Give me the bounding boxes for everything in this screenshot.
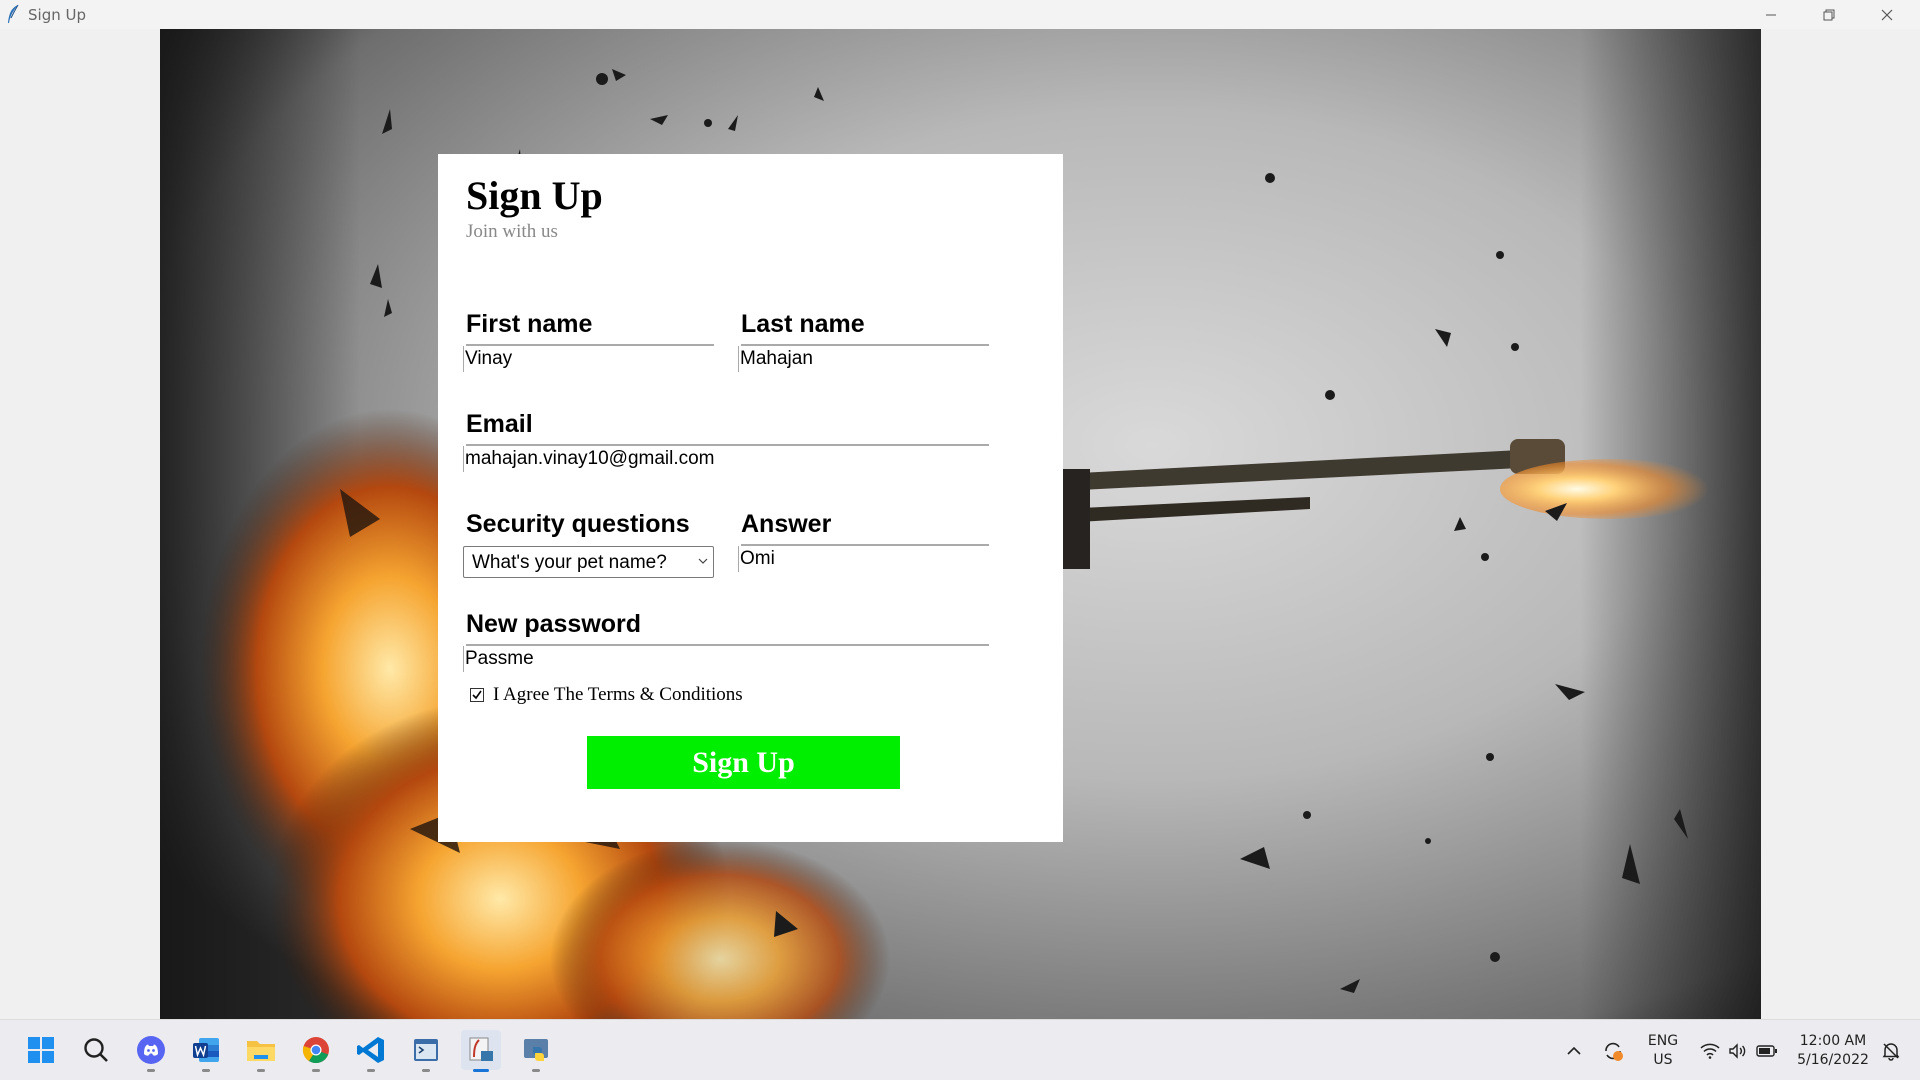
email-field-edge [463, 446, 464, 472]
windows-start-button[interactable] [21, 1030, 61, 1070]
answer-label: Answer [741, 510, 832, 538]
clock-date: 5/16/2022 [1797, 1051, 1869, 1068]
input-language-button[interactable]: ENG US [1638, 1020, 1688, 1080]
email-label: Email [466, 410, 533, 438]
page-title: Sign Up [466, 173, 603, 218]
signup-card: Sign Up Join with us First name Vinay La… [438, 154, 1063, 842]
page-subtitle: Join with us [466, 221, 558, 242]
signup-button[interactable]: Sign Up [587, 736, 900, 789]
email-field[interactable]: mahajan.vinay10@gmail.com [465, 448, 715, 470]
last-name-underline [741, 344, 989, 346]
discord-icon [137, 1036, 165, 1064]
signup-app-button[interactable] [461, 1030, 501, 1072]
chrome-icon [302, 1037, 329, 1064]
close-icon [1881, 9, 1893, 20]
security-question-value: What's your pet name? [472, 552, 667, 573]
tkinter-app-icon [469, 1037, 493, 1061]
window-titlebar: Sign Up [0, 0, 1920, 29]
clock-time: 12:00 AM [1799, 1032, 1867, 1049]
notifications-button[interactable] [1876, 1020, 1906, 1080]
security-question-select[interactable]: What's your pet name? [463, 546, 714, 578]
windows-start-icon [28, 1037, 54, 1063]
new-password-underline [466, 644, 989, 646]
notification-bell-icon [1882, 1042, 1900, 1061]
word-button[interactable] [186, 1030, 226, 1072]
terms-label[interactable]: I Agree The Terms & Conditions [493, 684, 743, 706]
new-password-field-edge [463, 646, 464, 672]
search-icon [84, 1038, 108, 1062]
search-button[interactable] [76, 1030, 116, 1070]
last-name-label: Last name [741, 310, 865, 338]
answer-field[interactable]: Omi [740, 548, 775, 570]
answer-underline [741, 544, 989, 546]
region-code: US [1653, 1051, 1673, 1068]
checkmark-icon [472, 690, 482, 700]
window-title: Sign Up [28, 6, 86, 24]
python-icon [524, 1039, 548, 1061]
taskbar: ENG US 12:00 AM 5/16/2022 [0, 1019, 1920, 1080]
chrome-button[interactable] [296, 1030, 336, 1072]
email-underline [466, 444, 989, 446]
chevron-up-icon [1567, 1046, 1581, 1055]
discord-button[interactable] [131, 1030, 171, 1072]
sync-status-button[interactable] [1598, 1020, 1628, 1080]
sync-icon [1605, 1042, 1623, 1061]
volume-icon [1729, 1042, 1746, 1059]
last-name-field[interactable]: Mahajan [740, 348, 813, 370]
minimize-icon [1766, 14, 1776, 15]
wifi-icon [1700, 1043, 1720, 1059]
word-icon [193, 1038, 219, 1062]
last-name-field-edge [738, 346, 739, 372]
new-password-field[interactable]: Passme [465, 648, 534, 670]
vscode-button[interactable] [351, 1030, 391, 1072]
terms-checkbox[interactable] [470, 688, 484, 702]
minimize-button[interactable] [1742, 0, 1800, 29]
file-explorer-icon [247, 1041, 275, 1061]
python-idle-button[interactable] [406, 1030, 446, 1072]
chevron-down-icon [698, 558, 708, 564]
restore-icon [1823, 9, 1835, 20]
new-password-label: New password [466, 610, 642, 638]
feather-icon [8, 4, 19, 23]
answer-field-edge [738, 546, 739, 572]
security-question-label: Security questions [466, 510, 690, 538]
first-name-field[interactable]: Vinay [465, 348, 512, 370]
close-button[interactable] [1858, 0, 1916, 29]
python-button[interactable] [516, 1030, 556, 1072]
python-idle-icon [414, 1039, 438, 1061]
window-client-area: Sign Up Join with us First name Vinay La… [0, 29, 1920, 1019]
language-code: ENG [1647, 1032, 1679, 1049]
battery-icon [1756, 1044, 1777, 1057]
show-hidden-icons-button[interactable] [1562, 1020, 1586, 1080]
file-explorer-button[interactable] [241, 1030, 281, 1072]
vscode-icon [357, 1037, 384, 1063]
quick-settings-button[interactable] [1694, 1020, 1784, 1080]
first-name-field-edge [463, 346, 464, 372]
first-name-label: First name [466, 310, 593, 338]
first-name-underline [466, 344, 714, 346]
restore-button[interactable] [1800, 0, 1858, 29]
clock-button[interactable]: 12:00 AM 5/16/2022 [1790, 1020, 1876, 1080]
